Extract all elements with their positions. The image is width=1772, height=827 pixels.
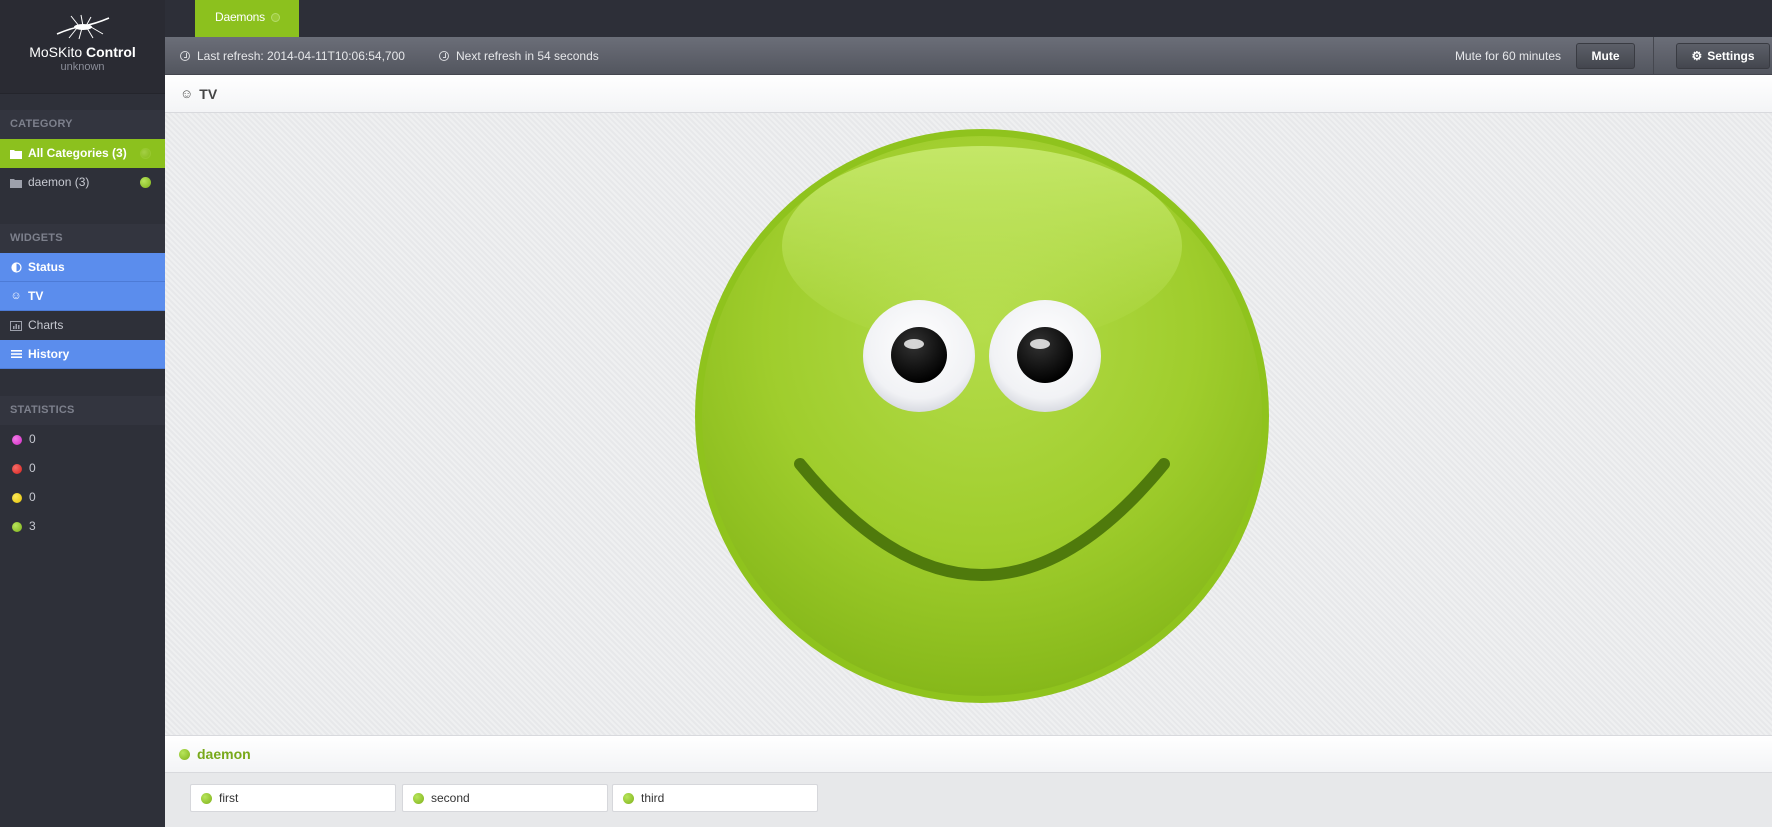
sidebar-item-label: All Categories (3) bbox=[28, 146, 127, 160]
status-dot bbox=[140, 177, 151, 188]
sidebar-item-status[interactable]: Status bbox=[0, 253, 165, 282]
daemon-panel-body: first second third bbox=[165, 773, 1772, 827]
mute-button[interactable]: Mute bbox=[1576, 43, 1635, 69]
status-dot bbox=[12, 521, 22, 532]
status-dot bbox=[12, 463, 22, 474]
gear-icon: ⚙ bbox=[1691, 49, 1703, 63]
sidebar-item-label: daemon (3) bbox=[28, 175, 90, 189]
smiley-icon: ☺ bbox=[180, 86, 194, 101]
statistic-count: 0 bbox=[29, 461, 36, 475]
settings-button[interactable]: ⚙ Settings bbox=[1676, 43, 1770, 69]
status-dot bbox=[140, 148, 151, 159]
folder-icon bbox=[10, 177, 22, 189]
status-dot bbox=[413, 792, 424, 804]
sidebar-item-label: History bbox=[28, 346, 70, 361]
smiley-icon: ☺ bbox=[10, 289, 22, 302]
statistic-green: 3 bbox=[0, 512, 165, 541]
statistic-count: 0 bbox=[29, 432, 36, 446]
refresh-toolbar: Last refresh: 2014-04-11T10:06:54,700 Ne… bbox=[165, 37, 1772, 75]
next-refresh-info: Next refresh in 54 seconds bbox=[439, 37, 599, 75]
clock-icon bbox=[439, 51, 449, 61]
tv-panel-header: ☺ TV bbox=[165, 75, 1772, 113]
status-dot bbox=[12, 492, 22, 503]
app-subtitle: unknown bbox=[60, 61, 105, 73]
tv-panel-title: TV bbox=[199, 85, 218, 102]
statistic-count: 0 bbox=[29, 490, 36, 504]
status-dot bbox=[270, 13, 280, 22]
process-label: third bbox=[641, 791, 665, 805]
sidebar: MoSKito Control unknown CATEGORY All Cat… bbox=[0, 0, 165, 827]
half-circle-icon bbox=[10, 261, 22, 273]
sidebar-item-label: Charts bbox=[28, 318, 64, 332]
sidebar-item-all-categories[interactable]: All Categories (3) bbox=[0, 139, 165, 168]
sidebar-item-history[interactable]: History bbox=[0, 340, 165, 369]
list-icon bbox=[10, 348, 22, 360]
statistic-yellow: 0 bbox=[0, 483, 165, 512]
clock-icon bbox=[180, 51, 190, 61]
statistic-purple: 0 bbox=[0, 425, 165, 454]
bar-chart-icon bbox=[10, 320, 22, 332]
sidebar-item-charts[interactable]: Charts bbox=[0, 311, 165, 340]
top-tab-bar: Daemons bbox=[165, 0, 1772, 37]
happy-face-status-icon bbox=[695, 129, 1269, 703]
last-refresh-info: Last refresh: 2014-04-11T10:06:54,700 bbox=[180, 37, 405, 75]
app-title: MoSKito Control bbox=[29, 44, 136, 60]
status-dot bbox=[179, 748, 190, 760]
status-dot bbox=[12, 434, 22, 445]
tab-daemons[interactable]: Daemons bbox=[195, 0, 299, 37]
mosquito-logo-icon bbox=[56, 14, 109, 40]
statistics-section-header: STATISTICS bbox=[0, 396, 165, 425]
statistic-red: 0 bbox=[0, 454, 165, 483]
widgets-section-header: WIDGETS bbox=[0, 224, 165, 253]
process-item-third[interactable]: third bbox=[612, 784, 818, 812]
sidebar-item-tv[interactable]: ☺ TV bbox=[0, 282, 165, 311]
process-item-first[interactable]: first bbox=[190, 784, 396, 812]
folder-icon bbox=[10, 148, 22, 160]
statistic-count: 3 bbox=[29, 519, 36, 533]
process-item-second[interactable]: second bbox=[402, 784, 608, 812]
daemon-panel-title: daemon bbox=[197, 746, 251, 762]
last-refresh-text: Last refresh: 2014-04-11T10:06:54,700 bbox=[197, 49, 405, 63]
sidebar-item-label: TV bbox=[28, 288, 44, 303]
settings-button-label: Settings bbox=[1707, 49, 1755, 63]
toolbar-divider bbox=[1653, 37, 1654, 75]
tab-label: Daemons bbox=[215, 10, 265, 24]
tv-panel-body bbox=[165, 113, 1772, 735]
next-refresh-text: Next refresh in 54 seconds bbox=[456, 49, 599, 63]
process-label: first bbox=[219, 791, 239, 805]
sidebar-item-daemon[interactable]: daemon (3) bbox=[0, 168, 165, 197]
status-dot bbox=[623, 792, 634, 804]
sidebar-item-label: Status bbox=[28, 259, 65, 274]
status-dot bbox=[201, 792, 212, 804]
category-section-header: CATEGORY bbox=[0, 110, 165, 139]
app-logo[interactable]: MoSKito Control unknown bbox=[0, 0, 165, 94]
mute-duration-label: Mute for 60 minutes bbox=[1454, 49, 1561, 63]
daemon-panel-header: daemon bbox=[165, 735, 1772, 773]
process-label: second bbox=[431, 791, 470, 805]
